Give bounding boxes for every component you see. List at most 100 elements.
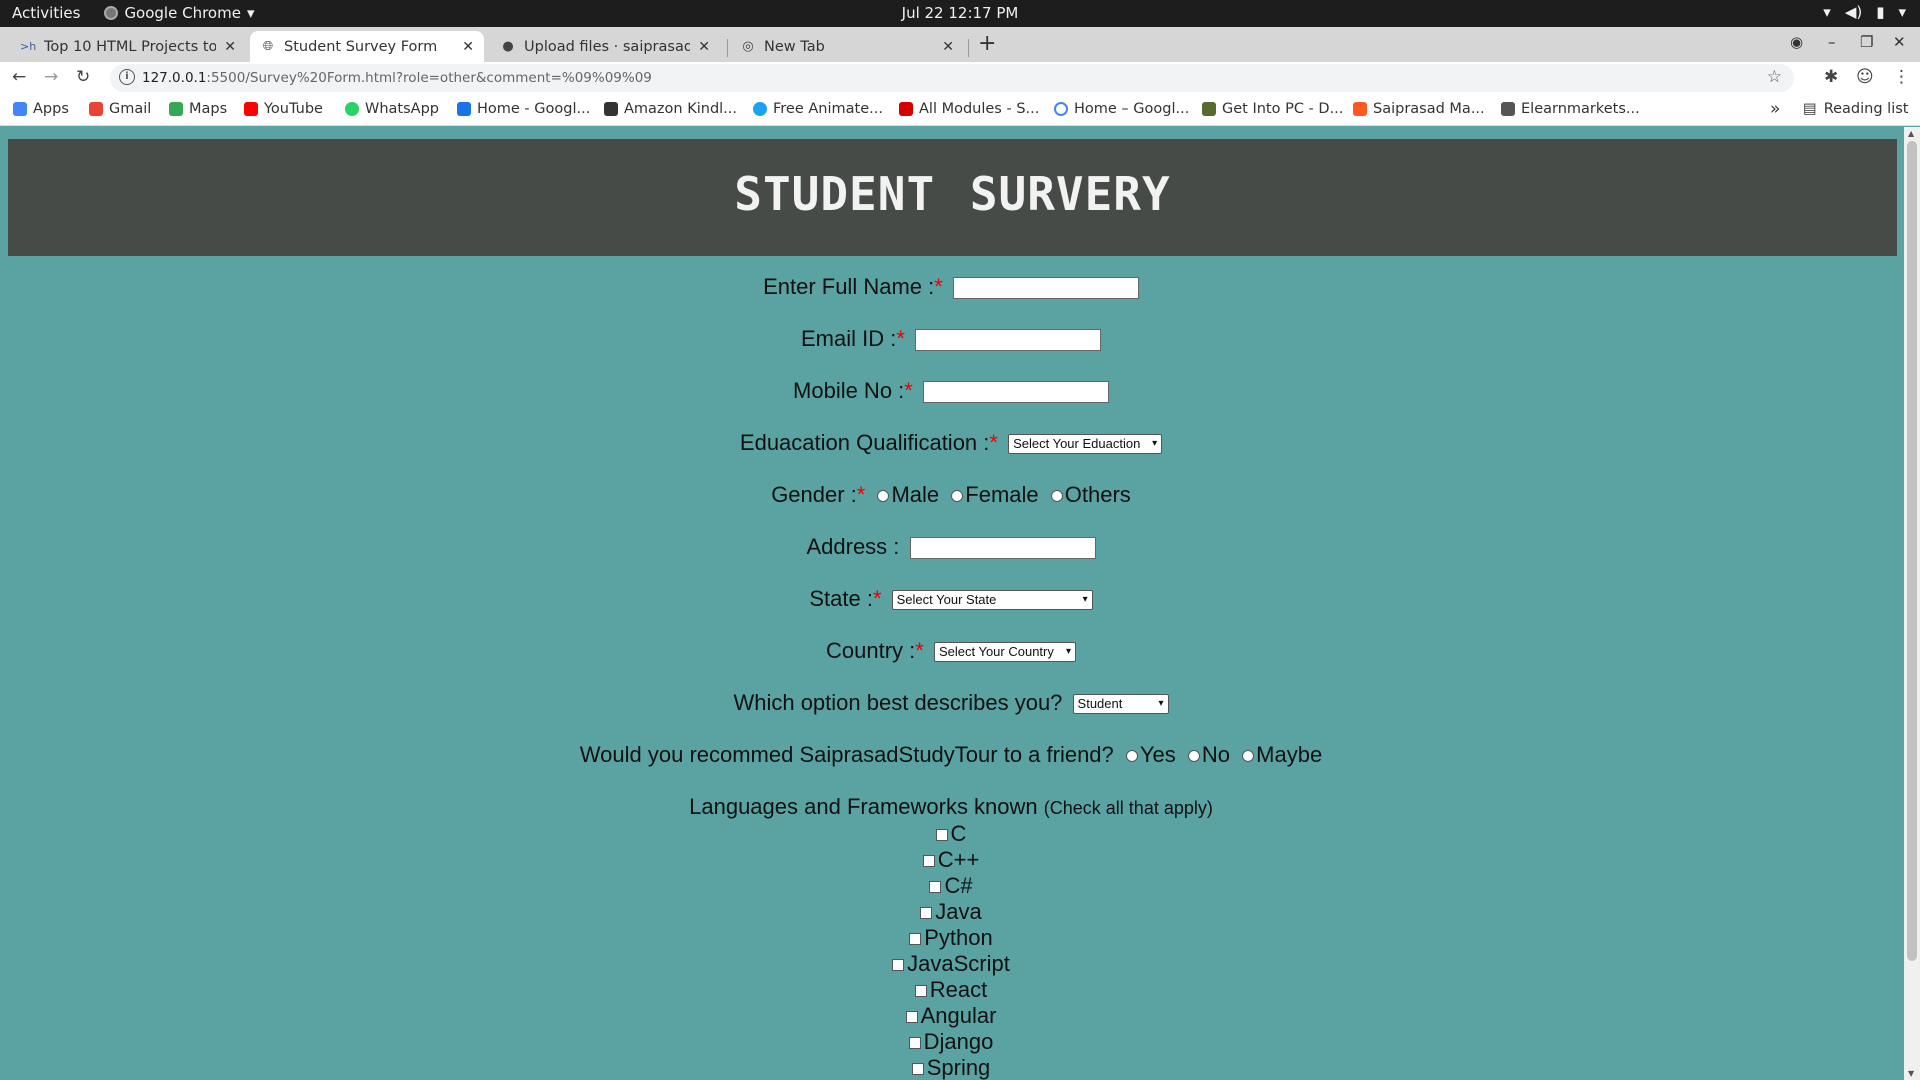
page-title: STUDENT SURVERY: [734, 167, 1171, 221]
language-item-django: Django: [0, 1029, 1902, 1055]
tab-html-projects[interactable]: >h Top 10 HTML Projects to E ✕: [10, 31, 246, 62]
language-checkbox[interactable]: [935, 829, 948, 842]
describe-row: Which option best describes you? Student…: [0, 690, 1902, 716]
app-menu-button[interactable]: Google Chrome ▾: [104, 4, 254, 22]
bookmark-get-into-pc[interactable]: Get Into PC - D...: [1202, 101, 1343, 117]
bookmark-whatsapp[interactable]: WhatsApp: [345, 101, 439, 117]
recommend-label: Would you recommed SaiprasadStudyTour to…: [579, 742, 1114, 767]
gender-female-label: Female: [965, 482, 1039, 507]
language-item-csharp: C#: [0, 873, 1902, 899]
bookmark-all-modules[interactable]: All Modules - S...: [899, 101, 1039, 117]
bookmark-elearnmarkets[interactable]: Elearnmarkets...: [1501, 101, 1640, 117]
language-label: C++: [937, 847, 980, 872]
address-label: Address :: [806, 534, 900, 559]
bookmark-label: Maps: [189, 101, 228, 117]
restore-icon[interactable]: ❐: [1860, 33, 1873, 51]
language-checkbox[interactable]: [911, 1063, 924, 1076]
describe-select[interactable]: Student ▾: [1072, 694, 1169, 715]
mobile-row: Mobile No :*: [0, 378, 1902, 404]
email-input[interactable]: [915, 329, 1102, 352]
gender-female-radio[interactable]: [951, 490, 964, 503]
close-icon[interactable]: ✕: [698, 39, 710, 55]
bookmark-label: Apps: [33, 101, 69, 117]
required-mark: *: [989, 430, 998, 455]
close-icon[interactable]: ✕: [224, 39, 236, 55]
mobile-input[interactable]: [922, 381, 1109, 404]
tab-upload-files[interactable]: ● Upload files · saiprasadm ✕: [490, 31, 720, 62]
reload-icon[interactable]: ↻: [76, 67, 90, 87]
language-checkbox[interactable]: [929, 881, 942, 894]
bookmark-gmail[interactable]: Gmail: [89, 101, 151, 117]
minimize-icon[interactable]: –: [1828, 33, 1836, 51]
wifi-icon[interactable]: ▾: [1823, 3, 1831, 21]
language-checkbox[interactable]: [908, 1037, 921, 1050]
scroll-down-arrow-icon[interactable]: ▼: [1908, 1069, 1914, 1078]
language-label: Java: [935, 899, 982, 924]
state-select[interactable]: Select Your State ▾: [891, 590, 1093, 611]
languages-heading: Languages and Frameworks known (Check al…: [0, 794, 1902, 820]
back-arrow-icon[interactable]: ←: [12, 67, 26, 87]
extensions-icon[interactable]: ✱: [1824, 67, 1838, 87]
new-tab-button[interactable]: +: [978, 31, 996, 56]
language-checkbox[interactable]: [922, 855, 935, 868]
tab-new-tab[interactable]: ◎ New Tab ✕: [730, 31, 964, 62]
bookmark-maps[interactable]: Maps: [169, 101, 227, 117]
close-window-icon[interactable]: ✕: [1893, 33, 1906, 51]
volume-icon[interactable]: ◀): [1845, 3, 1862, 21]
clock[interactable]: Jul 22 12:17 PM: [0, 4, 1920, 22]
tab-search-icon[interactable]: ◉: [1790, 33, 1803, 51]
tab-student-survey[interactable]: 🌐︎ Student Survey Form ✕: [250, 31, 484, 62]
close-icon[interactable]: ✕: [462, 39, 474, 55]
more-bookmarks-icon[interactable]: »: [1770, 99, 1780, 119]
language-checkbox[interactable]: [892, 959, 905, 972]
battery-icon[interactable]: ▮: [1876, 3, 1884, 21]
info-icon[interactable]: i: [119, 69, 135, 85]
page-scrollbar[interactable]: ▲ ▼: [1904, 127, 1920, 1080]
country-select-value: Select Your Country: [938, 644, 1054, 660]
close-icon[interactable]: ✕: [942, 39, 954, 55]
gender-others-radio[interactable]: [1050, 490, 1063, 503]
bookmark-youtube[interactable]: YouTube: [244, 101, 323, 117]
language-item-python: Python: [0, 925, 1902, 951]
address-bar[interactable]: i 127.0.0.1:5500/Survey%20Form.html?role…: [110, 64, 1794, 92]
recommend-maybe-radio[interactable]: [1242, 750, 1255, 763]
recommend-no-radio[interactable]: [1187, 750, 1200, 763]
activities-button[interactable]: Activities: [12, 4, 80, 22]
profile-avatar[interactable]: ☺: [1856, 67, 1874, 87]
recommend-yes-radio[interactable]: [1125, 750, 1138, 763]
star-icon[interactable]: ☆: [1767, 67, 1782, 87]
whatsapp-icon: [345, 102, 359, 116]
system-top-bar: Activities Google Chrome ▾ Jul 22 12:17 …: [0, 0, 1920, 27]
gender-row: Gender :* Male Female Others: [0, 482, 1902, 508]
education-select[interactable]: Select Your Eduaction ▾: [1008, 434, 1163, 455]
language-checkbox[interactable]: [914, 985, 927, 998]
bookmark-apps[interactable]: Apps: [13, 101, 69, 117]
language-checkbox[interactable]: [920, 907, 933, 920]
kebab-menu-icon[interactable]: ⋮: [1893, 67, 1910, 87]
url-text[interactable]: 127.0.0.1:5500/Survey%20Form.html?role=o…: [142, 70, 652, 86]
language-checkbox[interactable]: [909, 933, 922, 946]
language-checkbox[interactable]: [905, 1011, 918, 1024]
bookmark-amazon-kindle[interactable]: Amazon Kindl...: [604, 101, 737, 117]
full-name-input[interactable]: [952, 277, 1139, 300]
forward-arrow-icon[interactable]: →: [44, 67, 58, 87]
address-input[interactable]: [909, 537, 1096, 560]
bookmark-home-google-2[interactable]: Home – Googl...: [1054, 101, 1189, 117]
system-menu-chevron-icon[interactable]: ▾: [1898, 3, 1906, 21]
gender-male-radio[interactable]: [877, 490, 890, 503]
reading-list-button[interactable]: ▤ Reading list: [1803, 101, 1908, 117]
language-label: C#: [944, 873, 973, 898]
language-item-java: Java: [0, 899, 1902, 925]
scrollbar-thumb[interactable]: [1907, 141, 1917, 961]
country-select[interactable]: Select Your Country ▾: [933, 642, 1076, 663]
country-row: Country :* Select Your Country ▾: [0, 638, 1902, 664]
scroll-up-arrow-icon[interactable]: ▲: [1908, 129, 1914, 138]
maps-icon: [169, 102, 183, 116]
bookmark-free-animate[interactable]: Free Animate...: [753, 101, 883, 117]
language-item-cpp: C++: [0, 847, 1902, 873]
gmail-icon: [89, 102, 103, 116]
language-label: C: [950, 821, 967, 846]
bookmark-label: Home – Googl...: [1074, 101, 1190, 117]
bookmark-home-google[interactable]: Home - Googl...: [457, 101, 590, 117]
bookmark-saiprasad[interactable]: Saiprasad Ma...: [1353, 101, 1485, 117]
